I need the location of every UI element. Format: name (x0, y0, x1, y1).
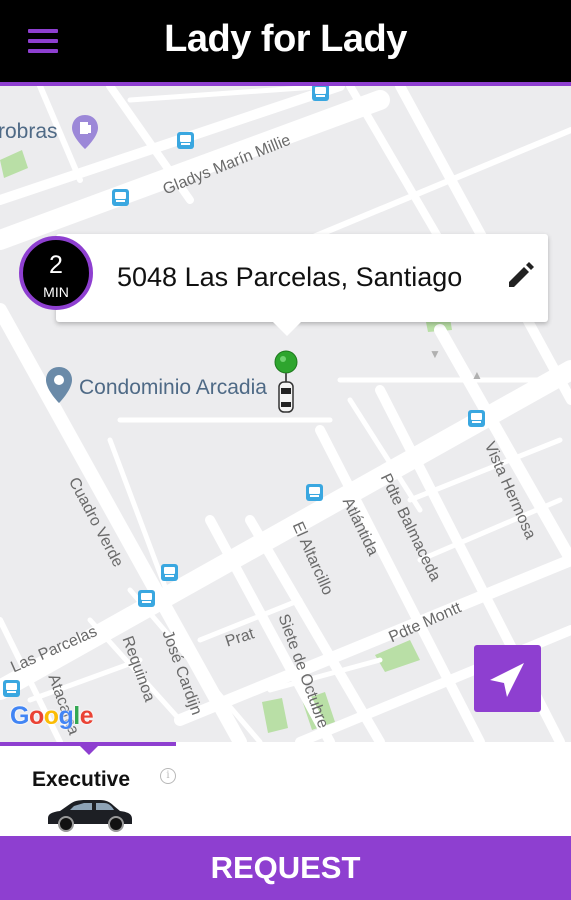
app-header: Lady for Lady (0, 0, 571, 86)
poi-label: Condominio Arcadia (79, 376, 267, 399)
place-marker-icon[interactable] (44, 366, 74, 404)
bus-stop-icon[interactable] (112, 189, 129, 206)
info-icon[interactable]: i (160, 768, 176, 784)
pickup-address-card[interactable]: 5048 Las Parcelas, Santiago (56, 234, 548, 336)
navigation-arrow-icon (490, 663, 524, 697)
bus-stop-icon[interactable] (138, 590, 155, 607)
selected-indicator (80, 746, 98, 755)
eta-badge: 2 MIN (19, 236, 93, 310)
bus-stop-icon[interactable] (312, 86, 329, 101)
card-pointer (272, 321, 302, 336)
bus-stop-icon[interactable] (177, 132, 194, 149)
my-location-button[interactable] (474, 645, 541, 712)
vehicle-selector: Executive i (0, 742, 571, 836)
poi-label: robras (0, 120, 58, 143)
eta-value: 2 (49, 251, 63, 279)
pickup-pin-icon[interactable] (274, 350, 298, 416)
request-button[interactable]: REQUEST (0, 836, 571, 900)
bus-stop-icon[interactable] (468, 410, 485, 427)
vehicle-name: Executive (31, 768, 131, 791)
app-title: Lady for Lady (164, 18, 407, 60)
google-logo: Google (10, 702, 94, 730)
eta-unit: MIN (43, 284, 69, 300)
bus-stop-icon[interactable] (161, 564, 178, 581)
bus-stop-icon[interactable] (3, 680, 20, 697)
sedan-car-icon (48, 800, 132, 832)
pencil-icon[interactable] (504, 256, 534, 290)
vehicle-option-executive[interactable]: Executive (0, 742, 176, 836)
bus-stop-icon[interactable] (306, 484, 323, 501)
direction-arrow-icon: ▼ (429, 347, 441, 361)
pickup-address: 5048 Las Parcelas, Santiago (117, 262, 463, 292)
fuel-station-icon[interactable] (70, 114, 100, 150)
direction-arrow-icon: ▲ (471, 368, 483, 382)
